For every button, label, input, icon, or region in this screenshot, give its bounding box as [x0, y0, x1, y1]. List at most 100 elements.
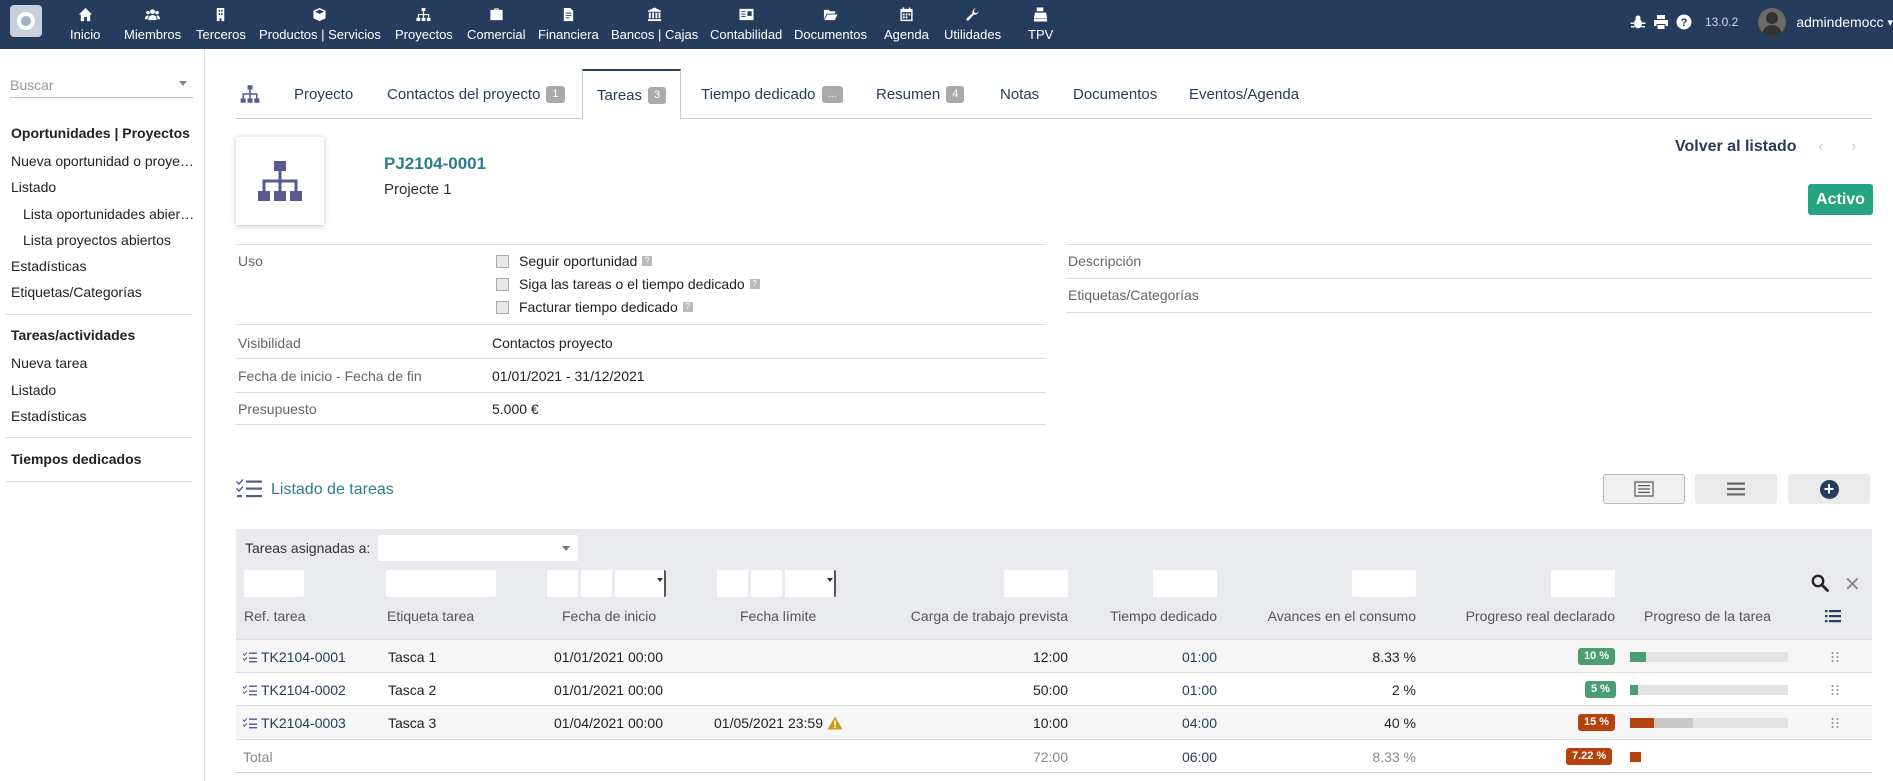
column-header-deadline[interactable]: Fecha límite	[740, 608, 816, 624]
avatar[interactable]	[1758, 8, 1787, 36]
sidebar-item-nueva-tarea[interactable]: Nueva tarea	[11, 355, 197, 371]
tab-label: Notas	[1000, 85, 1040, 103]
tab-tareas[interactable]: Tareas 3	[582, 69, 682, 120]
sidebar-item-nueva-oportunidad[interactable]: Nueva oportunidad o proyecto	[11, 153, 197, 169]
menu-item-inicio[interactable]: Inicio	[70, 0, 100, 49]
column-header-consumption[interactable]: Avances en el consumo	[1216, 608, 1416, 624]
field-value: Contactos proyecto	[492, 335, 613, 351]
cash-register-icon	[1032, 5, 1050, 23]
sidebar-heading-tiempos[interactable]: Tiempos dedicados	[11, 451, 197, 467]
drag-handle-icon[interactable]	[1830, 683, 1840, 695]
filter-declared-input[interactable]	[1551, 570, 1615, 597]
help-icon[interactable]: ?	[642, 256, 653, 266]
menu-label: Bancos | Cajas	[611, 27, 699, 42]
sidebar-item-estadisticas[interactable]: Estadísticas	[11, 258, 197, 274]
checkbox[interactable]	[496, 254, 509, 268]
filter-label-input[interactable]	[386, 570, 496, 597]
help-icon[interactable]: ?	[749, 279, 760, 289]
filter-end-year-select[interactable]	[785, 570, 836, 597]
list-view-button[interactable]	[1603, 474, 1685, 504]
previous-record-icon[interactable]: ‹	[1818, 138, 1823, 156]
assigned-filter-select[interactable]	[378, 535, 578, 561]
menu-item-comercial[interactable]: Comercial	[467, 0, 526, 49]
column-header-declared[interactable]: Progreso real declarado	[1415, 608, 1615, 624]
tab-tiempo-dedicado[interactable]: Tiempo dedicado ...	[701, 69, 843, 119]
task-spent-link[interactable]: 01:00	[1017, 649, 1217, 665]
tab-proyecto[interactable]: Proyecto	[294, 69, 353, 119]
menu-item-productos[interactable]: Productos | Servicios	[259, 0, 381, 49]
search-icon[interactable]	[1811, 574, 1829, 592]
task-label: Tasca 3	[388, 715, 437, 731]
bug-icon[interactable]	[1630, 14, 1646, 30]
tab-documentos[interactable]: Documentos	[1073, 69, 1157, 119]
sidebar-item-proyectos-abiertos[interactable]: Lista proyectos abiertos	[23, 232, 195, 248]
sidebar-item-listado-tareas[interactable]: Listado	[11, 382, 197, 398]
menu-item-bancos[interactable]: Bancos | Cajas	[611, 0, 698, 49]
tab-resumen[interactable]: Resumen 4	[876, 69, 965, 119]
drag-handle-icon[interactable]	[1830, 716, 1840, 728]
column-header-progress[interactable]: Progreso de la tarea	[1644, 608, 1771, 624]
app-logo[interactable]	[10, 5, 42, 37]
checkbox[interactable]	[496, 300, 509, 314]
sidebar-item-etiquetas[interactable]: Etiquetas/Categorías	[11, 284, 197, 300]
chevron-down-icon[interactable]: ▾	[1887, 16, 1893, 29]
tab-notas[interactable]: Notas	[1000, 69, 1039, 119]
sidebar-heading-oportunidades[interactable]: Oportunidades | Proyectos	[11, 125, 197, 141]
menu-item-contabilidad[interactable]: Contabilidad	[710, 0, 782, 49]
menu-label: Inicio	[70, 27, 101, 42]
column-header-ref[interactable]: Ref. tarea	[244, 608, 305, 624]
filter-end-month-input[interactable]	[751, 570, 782, 597]
menu-label: Contabilidad	[710, 27, 783, 42]
checkbox[interactable]	[496, 277, 509, 291]
search-input[interactable]: Buscar	[10, 74, 193, 98]
task-ref: TK2104-0002	[261, 682, 346, 698]
total-consumption: 8.33 %	[1372, 749, 1416, 765]
help-icon[interactable]: ?	[1676, 14, 1692, 30]
menu-item-agenda[interactable]: Agenda	[884, 0, 929, 49]
tab-eventos[interactable]: Eventos/Agenda	[1189, 69, 1299, 119]
print-icon[interactable]	[1653, 14, 1669, 30]
column-header-label[interactable]: Etiqueta tarea	[387, 608, 474, 624]
filter-start-month-input[interactable]	[581, 570, 612, 597]
field-etiquetas: Etiquetas/Categorías	[1066, 279, 1872, 313]
filter-start-year-select[interactable]	[615, 570, 666, 597]
table-row: TK2104-0001 Tasca 1 01/01/2021 00:00 12:…	[236, 639, 1872, 672]
menu-item-documentos[interactable]: Documentos	[794, 0, 867, 49]
task-spent-link[interactable]: 04:00	[1017, 715, 1217, 731]
drag-handle-icon[interactable]	[1830, 650, 1840, 662]
username[interactable]: admindemocc	[1796, 14, 1883, 30]
menu-item-miembros[interactable]: Miembros	[124, 0, 181, 49]
sidebar-heading-tareas[interactable]: Tareas/actividades	[11, 327, 197, 343]
menu-item-proyectos[interactable]: Proyectos	[395, 0, 453, 49]
column-selector-icon[interactable]	[1825, 609, 1841, 623]
menu-item-terceros[interactable]: Terceros	[196, 0, 246, 49]
next-record-icon[interactable]: ›	[1851, 138, 1856, 156]
help-icon[interactable]: ?	[682, 302, 693, 312]
users-icon	[144, 5, 162, 23]
back-to-list-link[interactable]: Volver al listado	[1675, 138, 1797, 156]
task-ref-link[interactable]: TK2104-0001	[242, 649, 346, 665]
task-spent-link[interactable]: 01:00	[1017, 682, 1217, 698]
filter-start-day-input[interactable]	[547, 570, 578, 597]
menu-item-tpv[interactable]: TPV	[1028, 0, 1053, 49]
filter-end-day-input[interactable]	[717, 570, 748, 597]
option-facturar-tiempo: Facturar tiempo dedicado ?	[496, 299, 693, 315]
sidebar-item-oportunidades-abiertas[interactable]: Lista oportunidades abiertas	[23, 206, 195, 222]
task-ref-link[interactable]: TK2104-0003	[242, 715, 346, 731]
column-header-spent[interactable]: Tiempo dedicado	[1017, 608, 1217, 624]
menu-label: Proyectos	[395, 27, 453, 42]
compact-view-button[interactable]	[1695, 474, 1777, 504]
tab-contactos[interactable]: Contactos del proyecto 1	[387, 69, 565, 119]
menu-item-utilidades[interactable]: Utilidades	[944, 0, 1001, 49]
filter-ref-input[interactable]	[244, 570, 304, 597]
filter-spent-input[interactable]	[1153, 570, 1217, 597]
task-ref-link[interactable]: TK2104-0002	[242, 682, 346, 698]
filter-planned-input[interactable]	[1004, 570, 1068, 597]
column-header-start[interactable]: Fecha de inicio	[562, 608, 656, 624]
menu-item-financiera[interactable]: Financiera	[538, 0, 599, 49]
filter-consumption-input[interactable]	[1352, 570, 1416, 597]
add-task-button[interactable]: +	[1788, 474, 1870, 504]
sidebar-item-listado[interactable]: Listado	[11, 179, 197, 195]
clear-filter-icon[interactable]: ✕	[1844, 572, 1861, 597]
sidebar-item-estadisticas-tareas[interactable]: Estadísticas	[11, 408, 197, 424]
